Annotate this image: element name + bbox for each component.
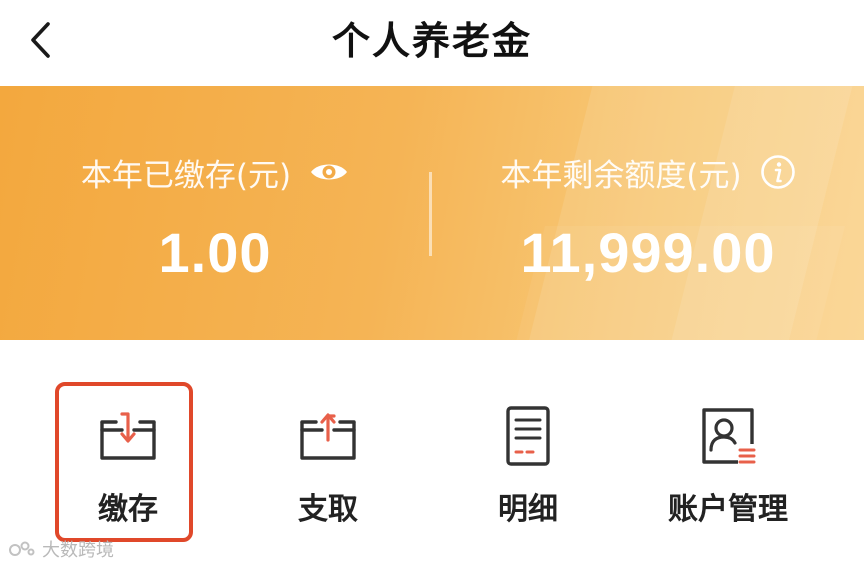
selection-highlight [55, 382, 193, 542]
account-management-button[interactable]: 账户管理 [648, 386, 808, 546]
details-button[interactable]: 明细 [448, 386, 608, 546]
document-icon [506, 406, 550, 466]
remaining-quota-stat: 本年剩余额度(元) 11,999.00 [432, 86, 864, 340]
withdraw-button[interactable]: 支取 [248, 386, 408, 546]
info-icon[interactable] [760, 154, 796, 190]
paid-this-year-stat: 本年已缴存(元) 1.00 [0, 86, 430, 340]
watermark: 大数跨境 [8, 536, 114, 562]
watermark-text: 大数跨境 [42, 540, 114, 561]
remaining-quota-label: 本年剩余额度(元) [500, 157, 742, 194]
account-card-icon [702, 408, 756, 464]
account-management-label: 账户管理 [668, 492, 788, 527]
paid-this-year-value: 1.00 [158, 221, 272, 284]
watermark-logo-icon [8, 540, 36, 558]
withdraw-icon [300, 413, 356, 460]
header-bar: 个人养老金 [0, 0, 864, 86]
summary-banner: 本年已缴存(元) 1.00 本年剩余额度(元) 11,999.00 [0, 86, 864, 340]
remaining-quota-value: 11,999.00 [520, 221, 776, 284]
eye-icon[interactable] [309, 159, 349, 185]
paid-this-year-label: 本年已缴存(元) [80, 157, 292, 194]
page-title: 个人养老金 [331, 19, 532, 63]
